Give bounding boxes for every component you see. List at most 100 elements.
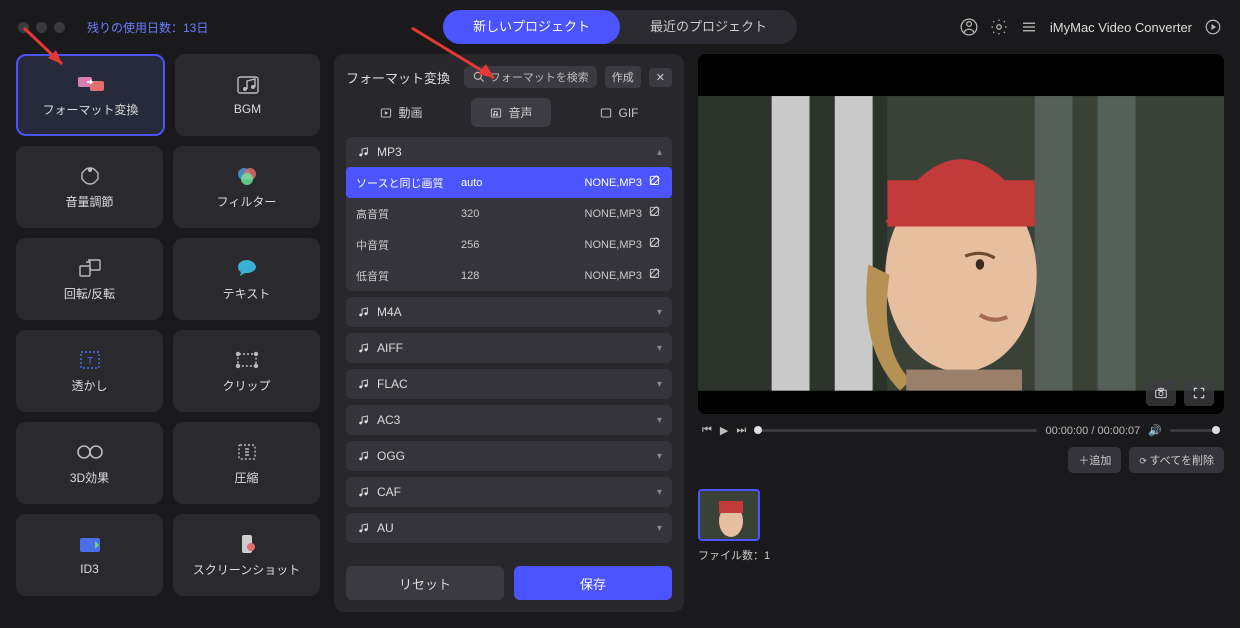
fmt-head-m4a[interactable]: M4A▾ xyxy=(346,297,672,327)
fmt-head-flac[interactable]: FLAC▾ xyxy=(346,369,672,399)
fullscreen-button[interactable] xyxy=(1184,380,1214,406)
fmt-group-au: AU▾ xyxy=(346,513,672,543)
tool-tile-filter[interactable]: フィルター xyxy=(173,146,320,228)
tool-tile-bgm[interactable]: BGM xyxy=(175,54,320,136)
fmt-option[interactable]: 低音質128NONE,MP3 xyxy=(346,260,672,291)
tab-new-project[interactable]: 新しいプロジェクト xyxy=(443,10,620,44)
tile-label: スクリーンショット xyxy=(193,561,300,578)
fmt-head-caf[interactable]: CAF▾ xyxy=(346,477,672,507)
menu-icon[interactable] xyxy=(1020,18,1038,36)
reset-button[interactable]: リセット xyxy=(346,566,504,600)
file-count: ファイル数：1 xyxy=(698,547,1224,563)
project-tabs: 新しいプロジェクト 最近のプロジェクト xyxy=(443,10,797,44)
gif-icon xyxy=(599,106,613,120)
fmt-head-ogg[interactable]: OGG▾ xyxy=(346,441,672,471)
zoom-dot[interactable] xyxy=(54,22,65,33)
tool-tile-id3[interactable]: ID3 xyxy=(16,514,163,596)
chevron-down-icon: ▾ xyxy=(657,415,662,426)
tool-tile-screenshot[interactable]: スクリーンショット xyxy=(173,514,320,596)
fmt-head-ac3[interactable]: AC3▾ xyxy=(346,405,672,435)
fmt-option[interactable]: 高音質320NONE,MP3 xyxy=(346,198,672,229)
tool-sidebar: フォーマット変換 BGM 音量調節フィルター回転/反転 テキスト T 透かし クリップ 3D効… xyxy=(16,54,320,612)
fmt-head-au[interactable]: AU▾ xyxy=(346,513,672,543)
edit-icon[interactable] xyxy=(648,205,662,222)
tool-tile-text[interactable]: テキスト xyxy=(173,238,320,320)
file-thumbnail[interactable] xyxy=(698,489,760,541)
trial-remaining: 残りの使用日数：13日 xyxy=(87,19,208,36)
tool-tile-compress[interactable]: 圧縮 xyxy=(173,422,320,504)
tile-label: 圧縮 xyxy=(234,469,258,486)
tile-label: クリップ xyxy=(222,377,270,394)
next-button[interactable]: ⏭ xyxy=(736,424,746,437)
tab-recent-projects[interactable]: 最近のプロジェクト xyxy=(620,10,797,44)
fmt-option[interactable]: 中音質256NONE,MP3 xyxy=(346,229,672,260)
brand-play-icon xyxy=(1204,18,1222,36)
fmt-group-caf: CAF▾ xyxy=(346,477,672,507)
bgm-icon xyxy=(234,74,262,96)
edit-icon[interactable] xyxy=(648,236,662,253)
text-icon xyxy=(233,257,261,279)
fmt-group-mp3: MP3▴ソースと同じ画質autoNONE,MP3 高音質320NONE,MP3 … xyxy=(346,137,672,291)
fmt-tab-video[interactable]: 動画 xyxy=(361,98,440,127)
play-button[interactable]: ▶ xyxy=(720,424,728,437)
fmt-group-flac: FLAC▾ xyxy=(346,369,672,399)
prev-button[interactable]: ⏮ xyxy=(702,424,712,437)
fmt-group-ac3: AC3▾ xyxy=(346,405,672,435)
save-button[interactable]: 保存 xyxy=(514,566,672,600)
time-display: 00:00:00 / 00:00:07 xyxy=(1045,425,1140,437)
volume-slider[interactable] xyxy=(1170,429,1220,432)
create-button[interactable]: 作成 xyxy=(605,66,641,88)
chevron-down-icon: ▾ xyxy=(657,523,662,534)
chevron-up-icon: ▴ xyxy=(657,147,662,158)
close-dot[interactable] xyxy=(18,22,29,33)
format-search[interactable]: フォーマットを検索 xyxy=(464,66,597,88)
tile-label: 回転/反転 xyxy=(64,285,115,302)
fmt-option[interactable]: ソースと同じ画質autoNONE,MP3 xyxy=(346,167,672,198)
tile-label: BGM xyxy=(234,102,261,116)
edit-icon[interactable] xyxy=(648,267,662,284)
volume-icon[interactable]: 🔊 xyxy=(1148,424,1162,437)
fmt-group-m4a: M4A▾ xyxy=(346,297,672,327)
fmt-head-mp3[interactable]: MP3▴ xyxy=(346,137,672,167)
fmt-group-ogg: OGG▾ xyxy=(346,441,672,471)
video-icon xyxy=(379,106,393,120)
volume-icon xyxy=(76,165,104,187)
tool-tile-convert[interactable]: フォーマット変換 xyxy=(16,54,165,136)
video-preview xyxy=(698,54,1224,414)
3d-icon xyxy=(76,441,104,463)
tool-tile-volume[interactable]: 音量調節 xyxy=(16,146,163,228)
tool-tile-3d[interactable]: 3D効果 xyxy=(16,422,163,504)
tile-label: フォーマット変換 xyxy=(42,101,138,118)
fmt-tab-gif[interactable]: GIF xyxy=(581,98,656,127)
search-icon xyxy=(472,70,486,84)
close-panel-button[interactable]: ✕ xyxy=(649,68,672,87)
preview-image xyxy=(698,54,1224,414)
fmt-head-aiff[interactable]: AIFF▾ xyxy=(346,333,672,363)
window-controls[interactable] xyxy=(18,22,65,33)
edit-icon[interactable] xyxy=(648,174,662,191)
minimize-dot[interactable] xyxy=(36,22,47,33)
tile-label: 3D効果 xyxy=(70,469,109,486)
chevron-down-icon: ▾ xyxy=(657,343,662,354)
id3-icon xyxy=(76,534,104,556)
fullscreen-icon xyxy=(1192,386,1206,400)
tile-label: フィルター xyxy=(217,193,277,210)
tool-tile-clip[interactable]: クリップ xyxy=(173,330,320,412)
search-placeholder: フォーマットを検索 xyxy=(490,69,589,85)
tile-label: 透かし xyxy=(71,377,107,394)
add-file-button[interactable]: ＋追加 xyxy=(1068,447,1121,473)
chevron-down-icon: ▾ xyxy=(657,451,662,462)
watermark-icon: T xyxy=(76,349,104,371)
snapshot-button[interactable] xyxy=(1146,380,1176,406)
tool-tile-rotate[interactable]: 回転/反転 xyxy=(16,238,163,320)
tile-label: テキスト xyxy=(223,285,271,302)
svg-text:T: T xyxy=(86,356,92,367)
fmt-tab-audio[interactable]: 音声 xyxy=(471,98,550,127)
settings-icon[interactable] xyxy=(990,18,1008,36)
progress-bar[interactable] xyxy=(754,429,1037,432)
tool-tile-watermark[interactable]: T 透かし xyxy=(16,330,163,412)
filter-icon xyxy=(233,165,261,187)
chevron-down-icon: ▾ xyxy=(657,379,662,390)
user-icon[interactable] xyxy=(960,18,978,36)
delete-all-button[interactable]: ⟳ すべてを削除 xyxy=(1129,447,1224,473)
